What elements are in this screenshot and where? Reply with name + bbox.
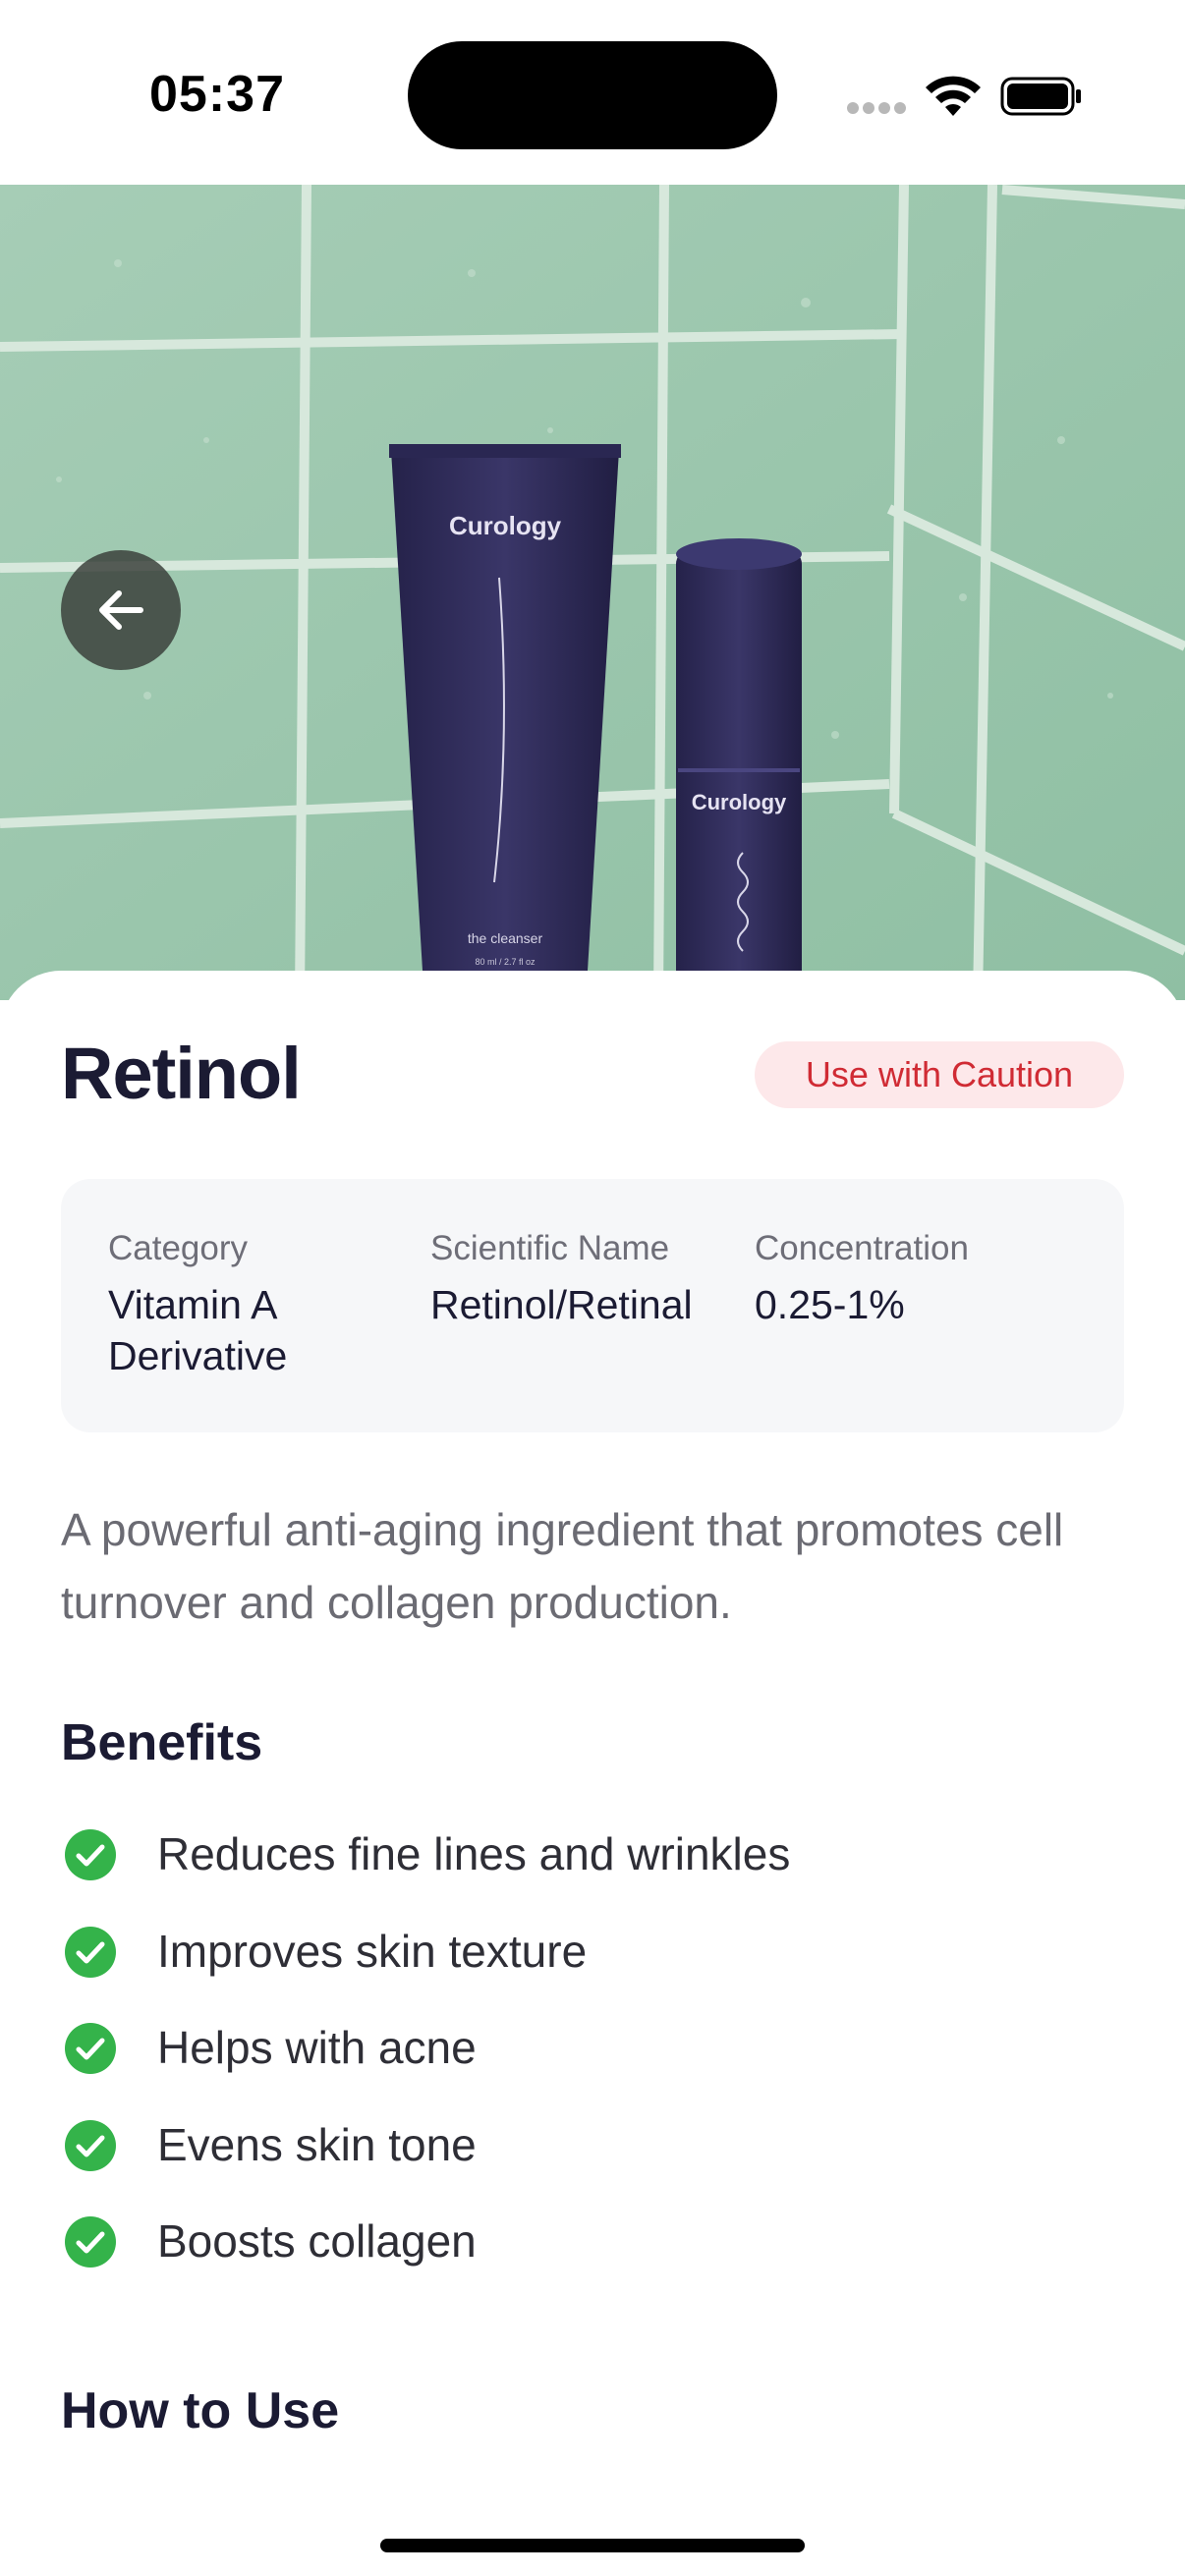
check-circle-icon [65,2023,116,2074]
ingredient-title: Retinol [61,1033,302,1114]
signal-icon [847,102,908,116]
benefit-text: Boosts collagen [157,2215,477,2267]
check-circle-icon [65,2216,116,2268]
arrow-left-icon [99,590,143,630]
info-card: Category Vitamin A Derivative Scientific… [61,1179,1124,1432]
back-button[interactable] [61,550,181,670]
info-scientific-name: Scientific Name Retinol/Retinal [430,1228,745,1330]
list-item: Helps with acne [61,2011,1124,2108]
tube-size-text: 80 ml / 2.7 fl oz [475,957,536,967]
check-circle-icon [65,1926,116,1978]
hero-image: Curology the cleanser 80 ml / 2.7 fl oz … [0,185,1185,1000]
info-label: Scientific Name [430,1229,670,1267]
info-label: Concentration [755,1229,969,1267]
tube-brand-text: Curology [449,511,562,540]
safety-badge: Use with Caution [755,1041,1124,1108]
list-item: Reduces fine lines and wrinkles [61,1818,1124,1915]
info-category: Category Vitamin A Derivative [108,1228,403,1381]
benefit-text: Helps with acne [157,2022,477,2073]
list-item: Boosts collagen [61,2205,1124,2302]
home-indicator[interactable] [380,2539,805,2552]
benefits-list: Reduces fine lines and wrinkles Improves… [61,1818,1124,2302]
benefit-text: Improves skin texture [157,1925,588,1977]
wifi-icon [926,76,981,116]
status-time: 05:37 [149,66,285,123]
check-circle-icon [65,2119,116,2171]
info-value: 0.25-1% [755,1282,905,1327]
benefit-text: Evens skin tone [157,2118,477,2170]
tube-label-text: the cleanser [468,930,543,946]
info-concentration: Concentration 0.25-1% [755,1228,1089,1330]
check-circle-icon [65,1829,116,1880]
info-value: Vitamin A Derivative [108,1282,288,1378]
list-item: Evens skin tone [61,2108,1124,2206]
benefits-heading: Benefits [61,1714,263,1771]
info-value: Retinol/Retinal [430,1282,693,1327]
battery-icon [1000,77,1081,116]
benefit-text: Reduces fine lines and wrinkles [157,1828,791,1879]
status-bar: 05:37 [0,0,1185,185]
bottle-brand-text: Curology [692,790,787,814]
how-to-use-heading: How to Use [61,2382,340,2439]
info-label: Category [108,1229,249,1267]
list-item: Improves skin texture [61,1915,1124,2012]
ingredient-description: A powerful anti-aging ingredient that pr… [61,1504,1064,1628]
dynamic-island [408,41,777,149]
